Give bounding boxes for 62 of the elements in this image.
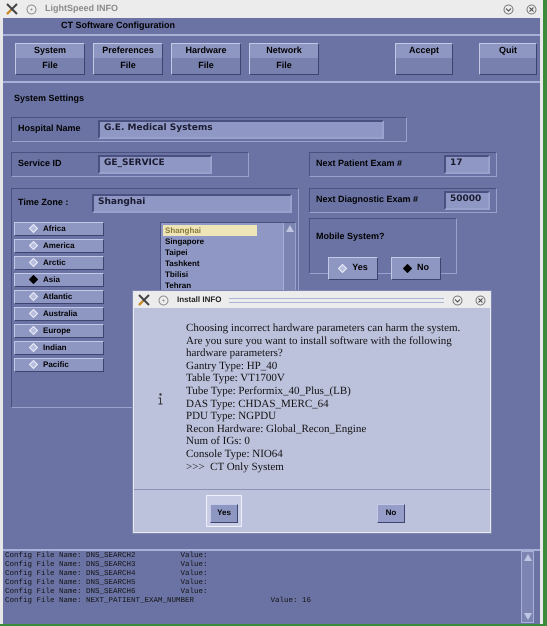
mobile-system-label: Mobile System?: [316, 230, 385, 240]
parameter-line: >>> CT Only System: [186, 460, 284, 474]
toolbar-button[interactable]: Preferences File: [93, 42, 163, 74]
zone-list-item[interactable]: Tashkent: [163, 258, 257, 268]
pin-icon[interactable]: [26, 4, 37, 14]
scroll-up-icon[interactable]: [286, 224, 294, 232]
minimize-icon[interactable]: [452, 294, 463, 306]
dialog-button[interactable]: Yes: [210, 504, 238, 522]
log-scrollbar[interactable]: [521, 551, 534, 623]
toolbar-button[interactable]: Hardware File: [171, 42, 241, 74]
app-header-title: CT Software Configuration: [61, 19, 175, 32]
zone-list-item[interactable]: Tehran: [163, 280, 257, 290]
region-option[interactable]: Australia: [14, 306, 104, 320]
region-option[interactable]: Atlantic: [14, 290, 104, 304]
parameter-line: Tube Type: Performix_40_Plus_(LB): [186, 384, 351, 398]
section-title: System Settings: [14, 92, 86, 105]
region-option[interactable]: Africa: [14, 222, 104, 236]
scroll-down-icon[interactable]: [524, 613, 532, 620]
parameter-line: Table Type: VT1700V: [186, 372, 285, 385]
info-icon: [158, 392, 162, 404]
service-id-label: Service ID: [18, 157, 63, 170]
zone-list-item[interactable]: Taipei: [163, 246, 257, 258]
next-patient-label: Next Patient Exam #: [316, 157, 402, 170]
next-diagnostic-field[interactable]: 50000: [444, 190, 490, 210]
mobile-option[interactable]: No: [391, 256, 441, 280]
zone-list-item[interactable]: Tbilisi: [163, 268, 257, 280]
window-title: LightSpeed INFO: [45, 2, 119, 16]
hospital-name-field[interactable]: G.E. Medical Systems: [98, 120, 384, 138]
zone-list-item[interactable]: Singapore: [163, 236, 257, 246]
parameter-line: Num of IGs: 0: [186, 435, 250, 448]
region-option[interactable]: Arctic: [14, 256, 104, 270]
scroll-up-icon[interactable]: [524, 554, 532, 561]
time-zone-field[interactable]: Shanghai: [92, 194, 292, 212]
dialog-title: Install INFO: [177, 294, 222, 306]
region-option[interactable]: Indian: [14, 340, 104, 354]
parameter-line: Gantry Type: HP_40: [186, 360, 278, 372]
close-icon[interactable]: [526, 4, 537, 14]
pin-icon[interactable]: [158, 294, 169, 306]
next-patient-field[interactable]: 17: [444, 154, 490, 174]
close-icon[interactable]: [475, 294, 486, 306]
toolbar-button[interactable]: Quit: [479, 42, 537, 74]
parameter-line: Console Type: NIO64: [186, 448, 283, 461]
toolbar-button[interactable]: Accept: [395, 42, 453, 74]
region-option[interactable]: Pacific: [14, 358, 104, 372]
region-option[interactable]: Europe: [14, 324, 104, 338]
region-option[interactable]: Asia: [14, 272, 104, 286]
region-option[interactable]: America: [14, 238, 104, 252]
dialog-button[interactable]: No: [377, 504, 405, 522]
mobile-option[interactable]: Yes: [328, 256, 378, 280]
warning-message: Choosing incorrect hardware parameters can harm the system. Are you sure you want to install software with the following hardware parameters?: [186, 322, 462, 360]
toolbar-button[interactable]: Network File: [249, 42, 319, 74]
next-diagnostic-label: Next Diagnostic Exam #: [316, 193, 418, 206]
service-id-field[interactable]: GE_SERVICE: [98, 154, 212, 174]
x-logo-icon: [138, 294, 150, 306]
time-zone-label: Time Zone :: [18, 196, 68, 210]
toolbar-button[interactable]: System File: [15, 42, 85, 74]
hospital-name-label: Hospital Name: [18, 122, 80, 136]
x-logo-icon: [6, 3, 18, 15]
parameter-line: PDU Type: NGPDU: [186, 410, 276, 423]
parameter-line: Recon Hardware: Global_Recon_Engine: [186, 422, 366, 436]
minimize-icon[interactable]: [503, 4, 514, 14]
parameter-line: DAS Type: CHDAS_MERC_64: [186, 398, 329, 410]
